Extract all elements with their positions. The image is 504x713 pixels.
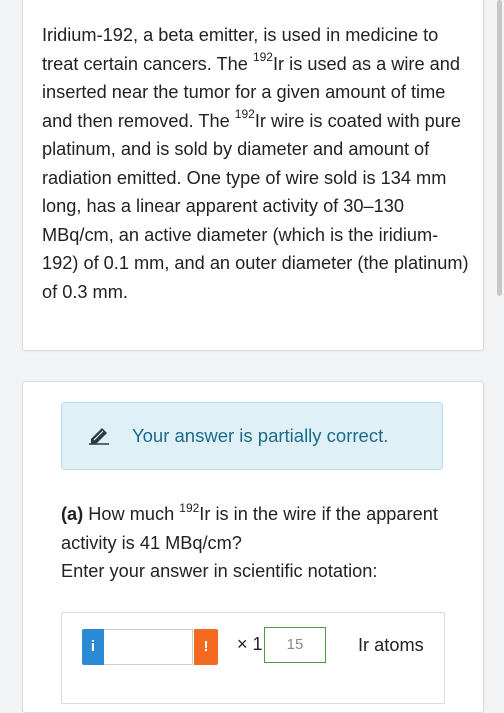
units-label: Ir atoms: [358, 635, 424, 655]
times-ten-label: × 1: [237, 634, 263, 654]
problem-statement: Iridium-192, a beta emitter, is used in …: [42, 21, 470, 306]
question-instruction: Enter your answer in scientific notation…: [61, 561, 378, 581]
scrollbar-thumb[interactable]: [497, 0, 502, 296]
isotope-superscript: 192: [234, 107, 255, 122]
mantissa-input[interactable]: [104, 629, 193, 665]
feedback-banner: Your answer is partially correct.: [61, 402, 443, 470]
isotope-superscript: 192: [179, 500, 200, 515]
problem-text-part-3: Ir wire is coated with pure platinum, an…: [42, 110, 469, 302]
part-label: (a): [61, 504, 84, 524]
exponent-input[interactable]: 15: [264, 627, 326, 663]
question-card: Your answer is partially correct. (a) Ho…: [22, 381, 484, 713]
question-text-part-1: How much: [83, 504, 180, 524]
isotope-superscript: 192: [252, 50, 273, 65]
answer-row: i ! × 1 15 Ir atoms: [61, 612, 445, 704]
feedback-text: Your answer is partially correct.: [132, 425, 389, 446]
info-button[interactable]: i: [82, 629, 104, 665]
problem-card: Iridium-192, a beta emitter, is used in …: [22, 0, 484, 351]
pencil-icon: [89, 428, 109, 445]
question-prompt: (a) How much 192Ir is in the wire if the…: [61, 500, 471, 586]
warning-button[interactable]: !: [194, 629, 218, 665]
